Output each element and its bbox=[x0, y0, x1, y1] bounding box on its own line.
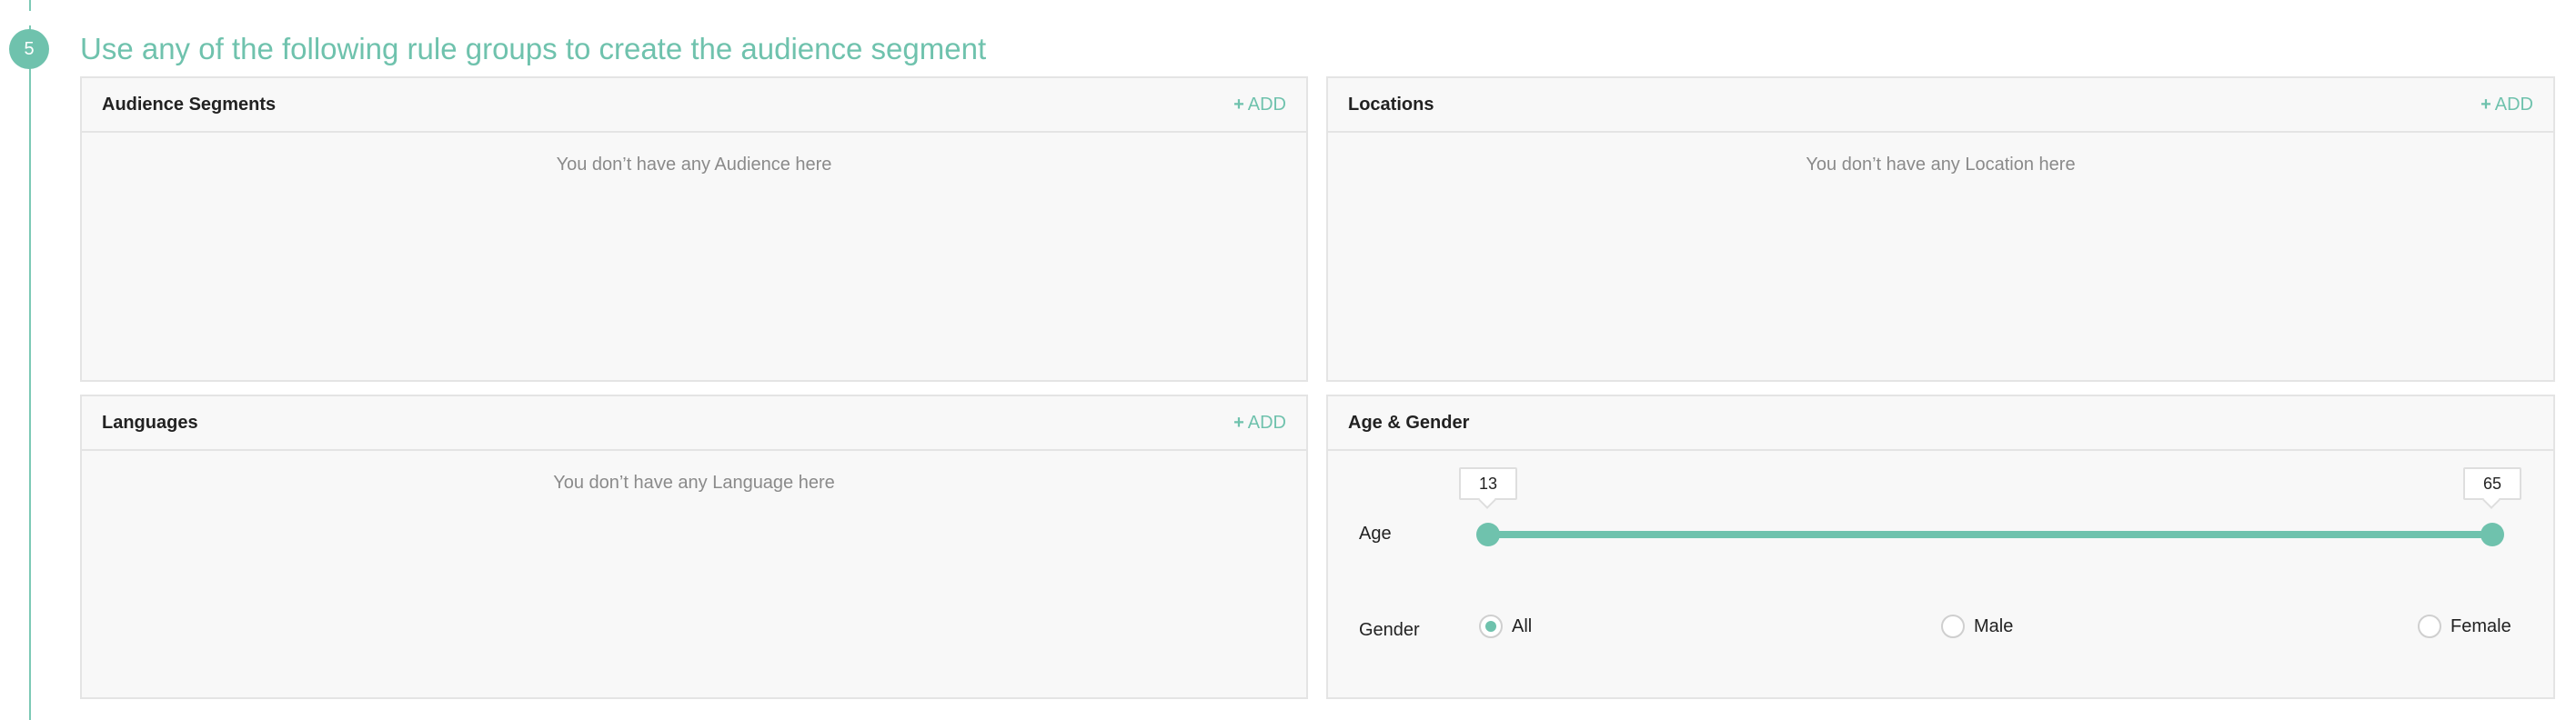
age-min-value: 13 bbox=[1478, 475, 1498, 493]
gender-label: Gender bbox=[1359, 620, 1420, 640]
add-label: ADD bbox=[1247, 95, 1286, 115]
empty-state-text: You don’t have any Location here bbox=[1806, 155, 2076, 175]
panel-header: Languages + ADD bbox=[82, 396, 1306, 451]
age-max-handle[interactable]: 65 bbox=[2463, 467, 2521, 546]
panel-title: Locations bbox=[1348, 95, 1434, 115]
step-number-badge: 5 bbox=[9, 29, 49, 69]
age-label: Age bbox=[1359, 524, 1392, 544]
radio-dot bbox=[1485, 621, 1496, 632]
gender-option-label: Female bbox=[2450, 616, 2511, 636]
add-label: ADD bbox=[2494, 95, 2533, 115]
panel-header: Audience Segments + ADD bbox=[82, 78, 1306, 133]
audience-segments-panel: Audience Segments + ADD You don’t have an… bbox=[80, 76, 1308, 382]
age-gender-panel: Age & Gender Age 13 65 Gender All Male F… bbox=[1326, 395, 2555, 699]
gender-option-label: All bbox=[1512, 616, 1533, 636]
gender-option-label: Male bbox=[1974, 616, 2014, 636]
panel-header: Locations + ADD bbox=[1328, 78, 2553, 133]
age-min-handle[interactable]: 13 bbox=[1459, 467, 1517, 546]
radio-button-checked[interactable] bbox=[1479, 615, 1503, 638]
step-title: Use any of the following rule groups to … bbox=[80, 32, 987, 65]
locations-panel: Locations + ADD You don’t have any Locati… bbox=[1326, 76, 2555, 382]
age-range-slider[interactable]: 13 65 bbox=[1459, 467, 2521, 546]
panel-header: Age & Gender bbox=[1328, 396, 2553, 451]
age-max-tooltip: 65 bbox=[2463, 467, 2521, 500]
age-min-tooltip: 13 bbox=[1459, 467, 1517, 500]
radio-button[interactable] bbox=[2418, 615, 2441, 638]
plus-icon: + bbox=[1233, 95, 1244, 115]
slider-selected-range bbox=[1488, 531, 2492, 538]
languages-panel: Languages + ADD You don’t have any Langua… bbox=[80, 395, 1308, 699]
radio-button[interactable] bbox=[1941, 615, 1965, 638]
add-audience-segment-button[interactable]: + ADD bbox=[1233, 78, 1286, 131]
panel-title: Audience Segments bbox=[102, 95, 277, 115]
audience-rules-step: 5 Use any of the following rule groups t… bbox=[0, 0, 2576, 720]
add-label: ADD bbox=[1247, 413, 1286, 433]
empty-state-text: You don’t have any Audience here bbox=[556, 155, 832, 175]
add-location-button[interactable]: + ADD bbox=[2480, 78, 2533, 131]
panel-title: Languages bbox=[102, 413, 198, 433]
plus-icon: + bbox=[2480, 95, 2491, 115]
add-language-button[interactable]: + ADD bbox=[1233, 396, 1286, 449]
plus-icon: + bbox=[1233, 413, 1244, 433]
panel-title: Age & Gender bbox=[1348, 413, 1470, 433]
age-max-value: 65 bbox=[2482, 475, 2502, 493]
timeline-gap bbox=[29, 11, 31, 25]
timeline-line bbox=[29, 0, 31, 720]
empty-state-text: You don’t have any Language here bbox=[553, 473, 835, 493]
